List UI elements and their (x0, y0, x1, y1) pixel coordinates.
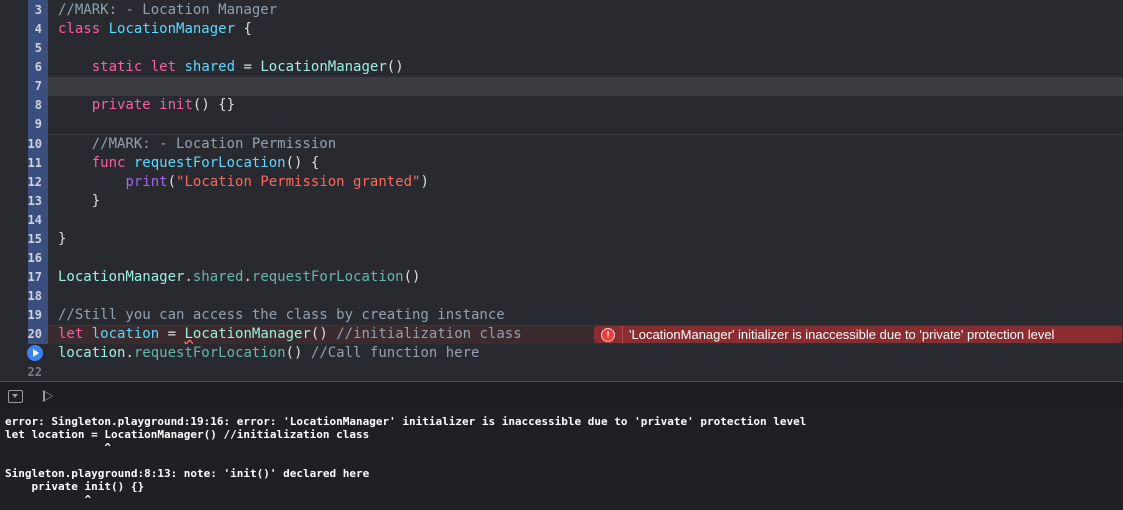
line-number: 13 (27, 194, 42, 208)
line-number: 20 (27, 327, 42, 341)
code-line[interactable]: //MARK: - Location Manager (58, 1, 1123, 20)
line-number: 8 (34, 98, 42, 112)
line-number: 18 (27, 289, 42, 303)
code-type-name: LocationManager (108, 21, 236, 37)
code-comment: //MARK: - Location Permission (91, 136, 337, 152)
line-number: 10 (27, 137, 42, 151)
code-line[interactable]: func requestForLocation() { (58, 154, 1123, 173)
line-number: 14 (27, 213, 42, 227)
debug-toolbar (0, 381, 1123, 411)
line-number: 12 (27, 175, 42, 189)
code-line[interactable]: private init() {} (58, 96, 1123, 115)
code-text: ) (420, 174, 429, 190)
code-keyword: func (91, 155, 126, 171)
line-number: 4 (34, 22, 42, 36)
code-text: = (159, 326, 185, 342)
line-number-gutter[interactable]: 3 4 5 6 7 8 9 10 11 12 13 14 15 16 17 18… (0, 0, 48, 381)
code-comment: //MARK: - Location Manager (58, 2, 278, 18)
error-squiggle: L (184, 326, 193, 342)
code-text: { (235, 21, 252, 37)
code-keyword: private (91, 97, 151, 113)
console-line: ^ (5, 441, 111, 454)
code-variable: location (58, 345, 126, 361)
code-function-call: print (125, 174, 168, 190)
line-number: 15 (27, 232, 42, 246)
console-line: Singleton.playground:8:13: note: 'init()… (5, 467, 370, 480)
current-line-highlight (48, 77, 1123, 96)
code-keyword: init (159, 97, 193, 113)
code-line[interactable]: //MARK: - Location Permission (58, 135, 1123, 154)
code-text: () (386, 59, 404, 75)
badge-divider (622, 326, 623, 343)
code-line[interactable]: LocationManager.shared.requestForLocatio… (58, 268, 1123, 287)
inline-error-badge[interactable]: ! 'LocationManager' initializer is inacc… (594, 326, 1122, 343)
code-property: shared (192, 269, 244, 285)
code-string: "Location Permission granted" (176, 174, 421, 190)
code-line[interactable]: } (58, 230, 1123, 249)
line-number: 11 (27, 156, 42, 170)
error-icon: ! (601, 327, 615, 342)
code-text: ( (167, 174, 177, 190)
code-class-ref: LocationManager (58, 269, 185, 285)
code-text: . (184, 269, 193, 285)
console-line: error: Singleton.playground:19:16: error… (5, 415, 807, 428)
code-text: } (58, 231, 67, 247)
code-text: . (125, 345, 134, 361)
line-number: 19 (27, 308, 42, 322)
code-editor[interactable]: 3 4 5 6 7 8 9 10 11 12 13 14 15 16 17 18… (0, 0, 1123, 381)
code-line[interactable]: class LocationManager { (58, 20, 1123, 39)
code-text: () (285, 345, 311, 361)
console-line: let location = LocationManager() //initi… (5, 428, 370, 441)
console-line: private init() {} (5, 480, 145, 493)
error-message: 'LocationManager' initializer is inacces… (629, 327, 1055, 342)
code-keyword: class (58, 21, 101, 37)
code-line[interactable]: //Still you can access the class by crea… (58, 306, 1123, 325)
console-line: ^ (5, 493, 92, 506)
debug-console[interactable]: error: Singleton.playground:19:16: error… (0, 410, 1123, 510)
line-number: 16 (27, 251, 42, 265)
line-number: 9 (34, 117, 42, 131)
code-keyword: let (58, 326, 84, 342)
line-number: 6 (34, 60, 42, 74)
code-text: () (403, 269, 421, 285)
hide-debug-area-icon[interactable] (8, 390, 23, 403)
code-line[interactable]: print("Location Permission granted") (58, 173, 1123, 192)
code-keyword: let (150, 59, 177, 75)
code-comment: //Still you can access the class by crea… (58, 307, 505, 323)
line-number: 17 (27, 270, 42, 284)
code-identifier: shared (184, 59, 236, 75)
code-method-call: requestForLocation (251, 269, 404, 285)
code-identifier: location (91, 326, 160, 342)
line-number: 22 (27, 365, 42, 379)
code-keyword: static (91, 59, 143, 75)
code-class-ref: ocationManager (192, 326, 311, 342)
code-line[interactable]: location.requestForLocation() //Call fun… (58, 344, 1123, 363)
code-line[interactable]: static let shared = LocationManager() (58, 58, 1123, 77)
code-method-call: requestForLocation (133, 345, 286, 361)
code-text: () { (285, 155, 320, 171)
code-comment: //initialization class (336, 326, 522, 342)
play-icon[interactable] (43, 390, 53, 402)
code-text: () {} (192, 97, 236, 113)
line-number: 7 (34, 79, 42, 93)
code-comment: //Call function here (310, 345, 480, 361)
run-to-line-icon[interactable] (27, 345, 43, 361)
code-text: = (235, 59, 261, 75)
code-text: . (243, 269, 252, 285)
code-text: } (91, 193, 101, 209)
code-function-name: requestForLocation (133, 155, 286, 171)
line-number: 5 (34, 41, 42, 55)
code-class-ref: LocationManager (260, 59, 387, 75)
code-text: () (310, 326, 337, 342)
code-line[interactable]: } (58, 192, 1123, 211)
line-number: 3 (34, 3, 42, 17)
